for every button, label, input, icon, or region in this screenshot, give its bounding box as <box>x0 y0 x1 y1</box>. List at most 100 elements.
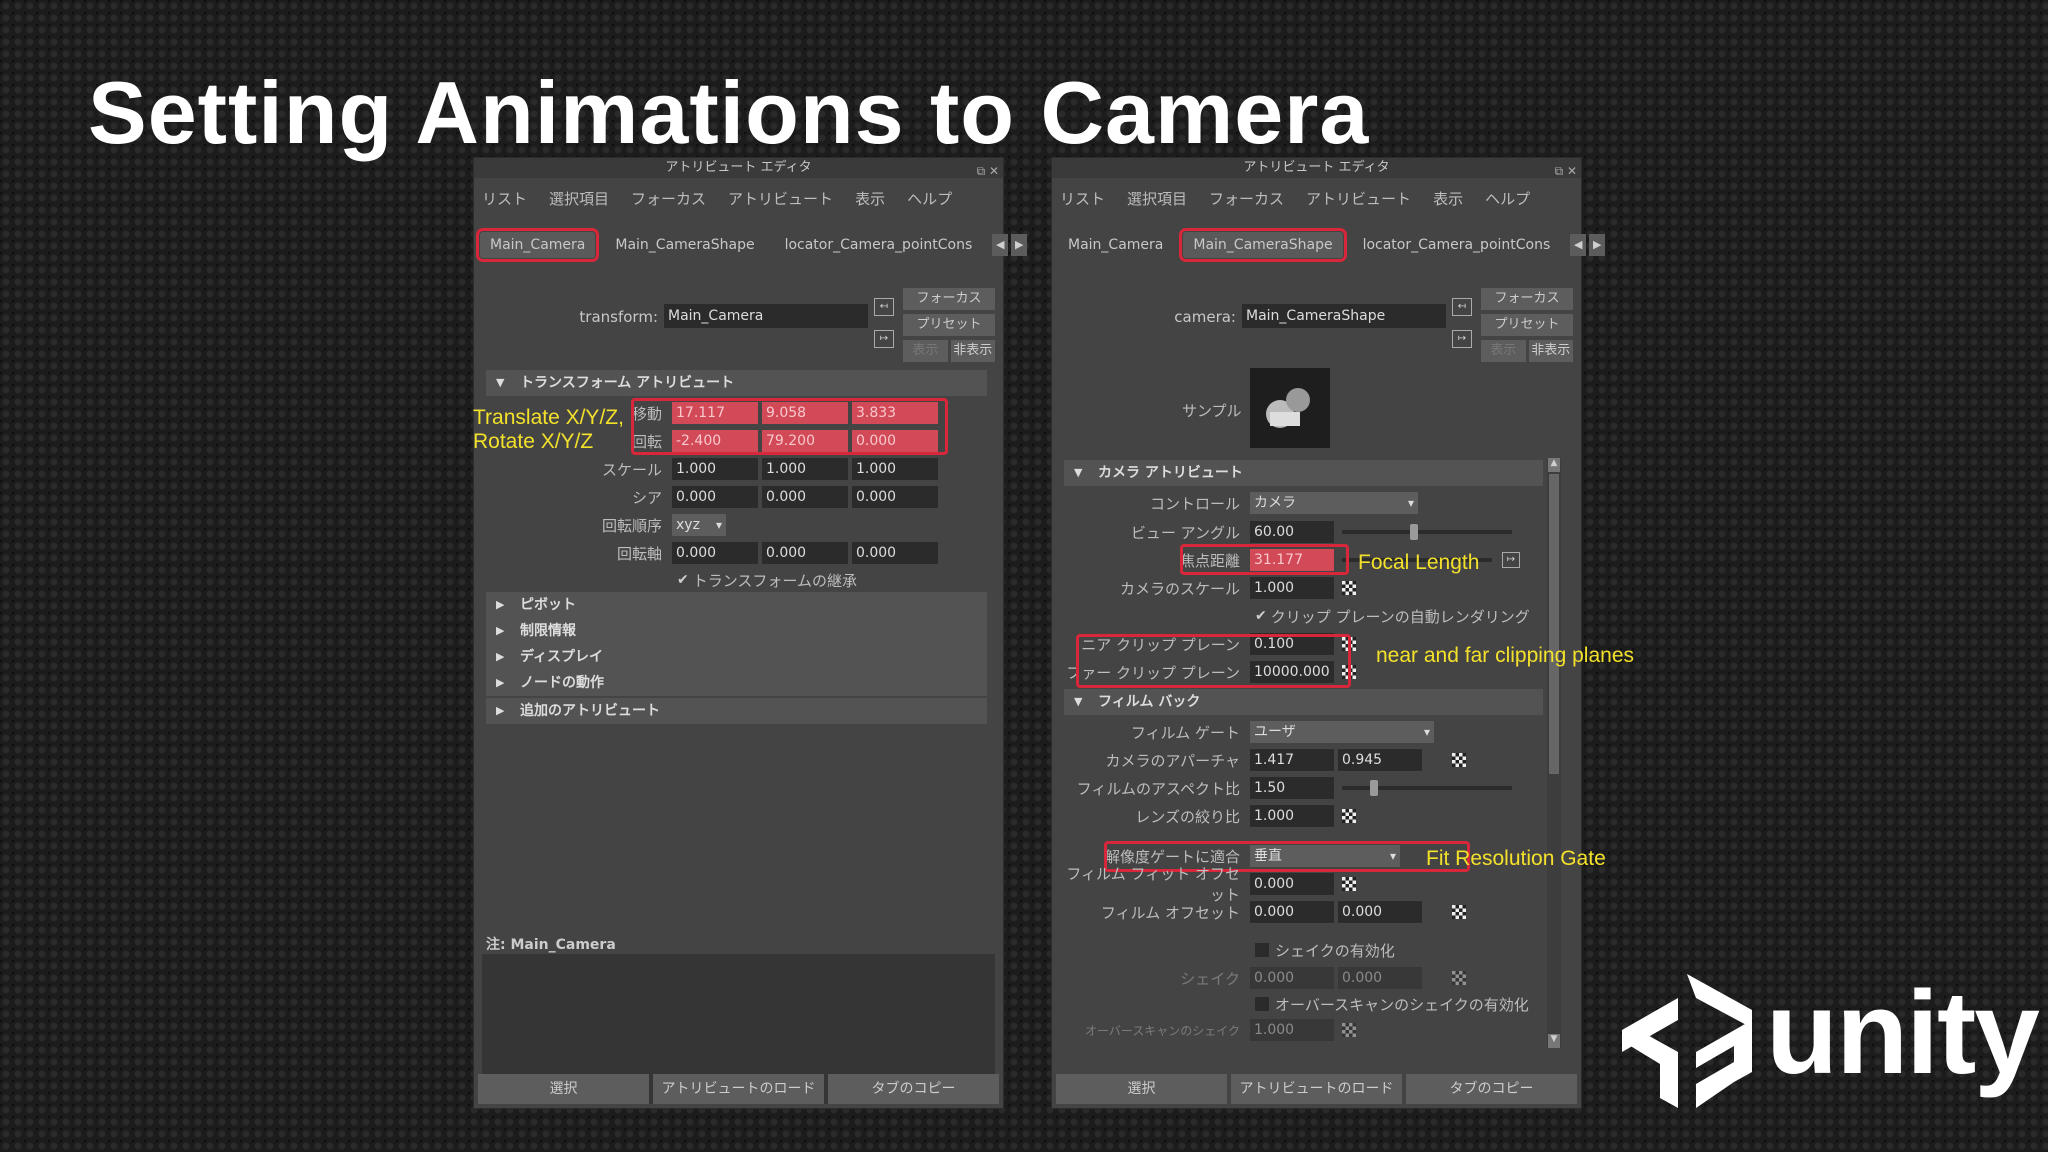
display-section-header[interactable]: ディスプレイ <box>486 644 987 670</box>
menu-focus[interactable]: フォーカス <box>631 188 706 209</box>
shear-z-field[interactable]: 0.000 <box>852 486 938 508</box>
input-connection-icon[interactable]: ↤ <box>1452 298 1472 316</box>
rotate-axis-y-field[interactable]: 0.000 <box>762 542 848 564</box>
menu-help[interactable]: ヘルプ <box>907 188 952 209</box>
show-button[interactable]: 表示 <box>903 340 948 362</box>
output-connection-icon[interactable]: ↦ <box>1452 330 1472 348</box>
rotate-order-label: 回転順序 <box>601 516 662 535</box>
lens-squeeze-field[interactable]: 1.000 <box>1250 805 1334 827</box>
hide-button[interactable]: 非表示 <box>1528 340 1573 362</box>
rotate-order-dropdown[interactable]: xyz <box>672 514 726 536</box>
film-back-header[interactable]: フィルム バック <box>1064 689 1543 715</box>
chevron-left-icon[interactable]: ◀ <box>992 234 1009 256</box>
transform-attributes-header[interactable]: トランスフォーム アトリビュート <box>486 370 987 396</box>
chevron-right-icon[interactable]: ▶ <box>1589 234 1606 256</box>
hide-button[interactable]: 非表示 <box>950 340 995 362</box>
view-angle-slider[interactable] <box>1342 524 1512 540</box>
menu-focus[interactable]: フォーカス <box>1209 188 1284 209</box>
extra-attributes-section-header[interactable]: 追加のアトリビュート <box>486 698 987 724</box>
aperture-x-field[interactable]: 1.417 <box>1250 749 1334 771</box>
copy-tab-button[interactable]: タブのコピー <box>828 1074 999 1104</box>
shake-y-field[interactable]: 0.000 <box>1338 967 1422 989</box>
attribute-scrollbar[interactable]: ▲ ▼ <box>1547 458 1561 1048</box>
shear-y-field[interactable]: 0.000 <box>762 486 848 508</box>
menu-show[interactable]: 表示 <box>1433 188 1463 209</box>
overscan-shake-checkbox[interactable] <box>1255 997 1269 1011</box>
window-controls[interactable]: ⧉ ✕ <box>1555 161 1577 181</box>
scroll-down-icon[interactable]: ▼ <box>1548 1034 1560 1048</box>
shear-x-field[interactable]: 0.000 <box>672 486 758 508</box>
menu-show[interactable]: 表示 <box>855 188 885 209</box>
load-attributes-button[interactable]: アトリビュートのロード <box>1231 1074 1402 1104</box>
focus-button[interactable]: フォーカス <box>903 288 995 310</box>
focus-button[interactable]: フォーカス <box>1481 288 1573 310</box>
film-aspect-slider[interactable] <box>1342 780 1512 796</box>
inherit-checkbox[interactable]: ✔ <box>677 572 689 588</box>
tab-main-camera-shape[interactable]: Main_CameraShape <box>1179 228 1347 262</box>
shake-enable-checkbox[interactable] <box>1255 943 1269 957</box>
preset-button[interactable]: プリセット <box>903 314 995 336</box>
rotate-axis-x-field[interactable]: 0.000 <box>672 542 758 564</box>
output-connection-icon[interactable]: ↦ <box>874 330 894 348</box>
slider-knob[interactable] <box>1370 780 1378 796</box>
film-fit-offset-field[interactable]: 0.000 <box>1250 873 1334 895</box>
view-angle-field[interactable]: 60.00 <box>1250 521 1334 543</box>
tab-main-camera[interactable]: Main_Camera <box>1058 232 1173 258</box>
select-button[interactable]: 選択 <box>1056 1074 1227 1104</box>
tab-locator-point-constraint[interactable]: locator_Camera_pointCons <box>775 232 983 258</box>
node-name-field[interactable]: Main_CameraShape <box>1242 304 1446 328</box>
checker-map-icon[interactable] <box>1452 753 1466 767</box>
tab-main-camera-shape[interactable]: Main_CameraShape <box>605 232 764 258</box>
menu-bar: リスト 選択項目 フォーカス アトリビュート 表示 ヘルプ <box>1060 188 1530 209</box>
auto-clip-checkbox[interactable]: ✔ <box>1255 608 1267 624</box>
tab-main-camera[interactable]: Main_Camera <box>475 228 600 262</box>
control-dropdown[interactable]: カメラ <box>1250 492 1418 514</box>
node-behavior-section-header[interactable]: ノードの動作 <box>486 670 987 696</box>
shake-x-field[interactable]: 0.000 <box>1250 967 1334 989</box>
menu-list[interactable]: リスト <box>1060 188 1105 209</box>
film-aspect-field[interactable]: 1.50 <box>1250 777 1334 799</box>
pivot-section-header[interactable]: ピボット <box>486 592 987 618</box>
copy-tab-button[interactable]: タブのコピー <box>1406 1074 1577 1104</box>
chevron-right-icon[interactable]: ▶ <box>1011 234 1028 256</box>
rotate-axis-z-field[interactable]: 0.000 <box>852 542 938 564</box>
scale-y-field[interactable]: 1.000 <box>762 458 848 480</box>
limit-info-section-header[interactable]: 制限情報 <box>486 618 987 644</box>
checker-map-icon[interactable] <box>1452 971 1466 985</box>
tab-locator-point-constraint[interactable]: locator_Camera_pointCons <box>1353 232 1561 258</box>
film-offset-x-field[interactable]: 0.000 <box>1250 901 1334 923</box>
menu-selected[interactable]: 選択項目 <box>549 188 609 209</box>
camera-attributes-header[interactable]: カメラ アトリビュート <box>1064 460 1543 486</box>
menu-attributes[interactable]: アトリビュート <box>1306 188 1411 209</box>
node-name-field[interactable]: Main_Camera <box>664 304 868 328</box>
menu-attributes[interactable]: アトリビュート <box>728 188 833 209</box>
film-offset-y-field[interactable]: 0.000 <box>1338 901 1422 923</box>
scale-z-field[interactable]: 1.000 <box>852 458 938 480</box>
film-gate-dropdown[interactable]: ユーザ <box>1250 721 1434 743</box>
menu-help[interactable]: ヘルプ <box>1485 188 1530 209</box>
select-button[interactable]: 選択 <box>478 1074 649 1104</box>
checker-map-icon[interactable] <box>1342 581 1356 595</box>
window-controls[interactable]: ⧉ ✕ <box>977 161 999 181</box>
menu-selected[interactable]: 選択項目 <box>1127 188 1187 209</box>
map-button-icon[interactable]: ↦ <box>1502 552 1520 568</box>
chevron-left-icon[interactable]: ◀ <box>1570 234 1587 256</box>
checker-map-icon[interactable] <box>1342 877 1356 891</box>
aperture-y-field[interactable]: 0.945 <box>1338 749 1422 771</box>
input-connection-icon[interactable]: ↤ <box>874 298 894 316</box>
preset-button[interactable]: プリセット <box>1481 314 1573 336</box>
camera-scale-field[interactable]: 1.000 <box>1250 577 1334 599</box>
scale-x-field[interactable]: 1.000 <box>672 458 758 480</box>
load-attributes-button[interactable]: アトリビュートのロード <box>653 1074 824 1104</box>
checker-map-icon[interactable] <box>1452 905 1466 919</box>
checker-map-icon[interactable] <box>1342 1023 1356 1037</box>
overscan-field[interactable]: 1.000 <box>1250 1019 1334 1041</box>
scroll-up-icon[interactable]: ▲ <box>1548 458 1560 472</box>
slider-knob[interactable] <box>1410 524 1418 540</box>
node-tabs: Main_Camera Main_CameraShape locator_Cam… <box>475 228 1028 262</box>
menu-list[interactable]: リスト <box>482 188 527 209</box>
shear-label: シア <box>631 488 662 507</box>
scrollbar-thumb[interactable] <box>1549 474 1559 774</box>
checker-map-icon[interactable] <box>1342 809 1356 823</box>
show-button[interactable]: 表示 <box>1481 340 1526 362</box>
